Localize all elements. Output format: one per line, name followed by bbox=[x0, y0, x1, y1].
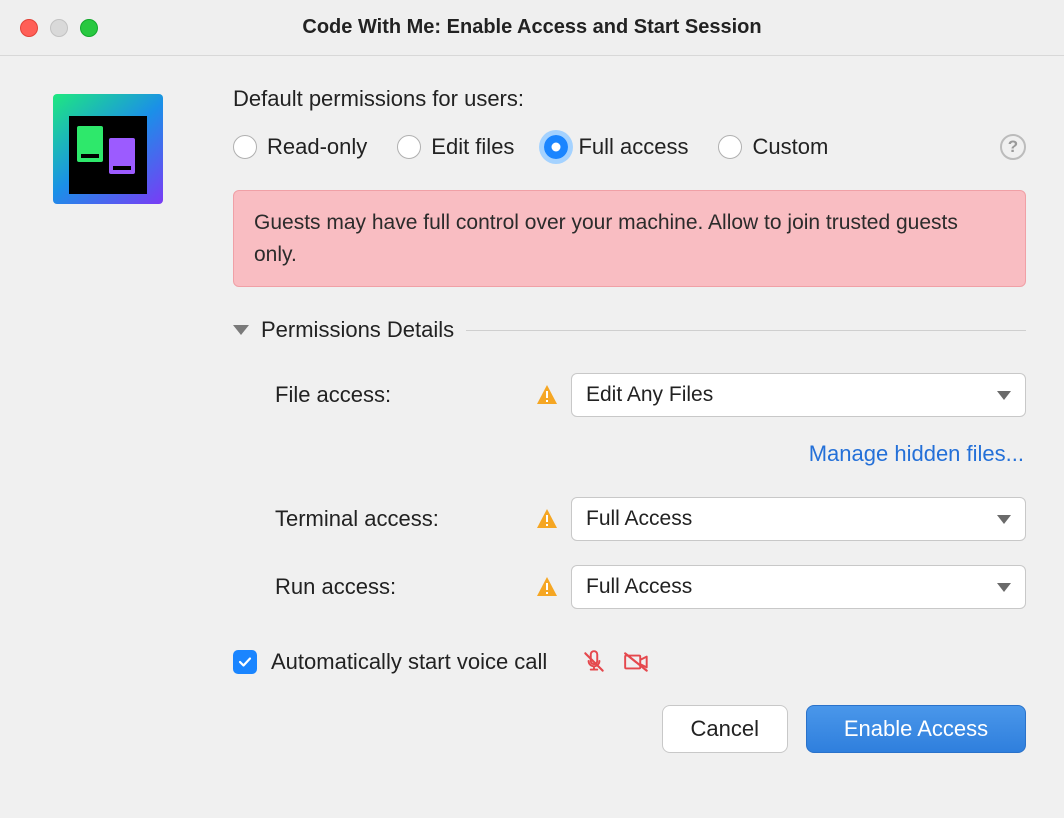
radio-custom[interactable]: Custom bbox=[718, 134, 828, 160]
voice-call-checkbox[interactable] bbox=[233, 650, 257, 674]
file-access-select[interactable]: Edit Any Files bbox=[571, 373, 1026, 417]
run-access-label: Run access: bbox=[275, 574, 535, 600]
minimize-window-button bbox=[50, 19, 68, 37]
file-access-label: File access: bbox=[275, 382, 535, 408]
voice-call-row: Automatically start voice call bbox=[233, 649, 1026, 675]
help-icon[interactable]: ? bbox=[1000, 134, 1026, 160]
divider bbox=[466, 330, 1026, 331]
radio-label: Read-only bbox=[267, 134, 367, 160]
terminal-access-label: Terminal access: bbox=[275, 506, 535, 532]
section-title: Permissions Details bbox=[261, 317, 454, 343]
button-label: Cancel bbox=[691, 716, 759, 742]
titlebar: Code With Me: Enable Access and Start Se… bbox=[0, 0, 1064, 56]
camera-off-icon[interactable] bbox=[623, 649, 651, 675]
manage-hidden-files-link[interactable]: Manage hidden files... bbox=[809, 441, 1024, 466]
dialog-buttons: Cancel Enable Access bbox=[233, 705, 1026, 753]
terminal-access-select[interactable]: Full Access bbox=[571, 497, 1026, 541]
traffic-lights bbox=[20, 19, 98, 37]
file-access-row: File access: Edit Any Files bbox=[233, 373, 1026, 417]
select-value: Full Access bbox=[586, 507, 692, 531]
radio-icon bbox=[233, 135, 257, 159]
check-icon bbox=[237, 654, 253, 670]
button-label: Enable Access bbox=[844, 716, 988, 742]
radio-label: Full access bbox=[578, 134, 688, 160]
warning-icon bbox=[535, 507, 559, 531]
run-access-row: Run access: Full Access bbox=[233, 565, 1026, 609]
select-value: Full Access bbox=[586, 575, 692, 599]
warning-icon bbox=[535, 575, 559, 599]
mic-muted-icon[interactable] bbox=[581, 649, 607, 675]
chevron-down-icon bbox=[233, 325, 249, 335]
permissions-details-header[interactable]: Permissions Details bbox=[233, 317, 1026, 343]
enable-access-button[interactable]: Enable Access bbox=[806, 705, 1026, 753]
voice-call-label: Automatically start voice call bbox=[271, 649, 547, 675]
terminal-access-row: Terminal access: Full Access bbox=[233, 497, 1026, 541]
radio-read-only[interactable]: Read-only bbox=[233, 134, 367, 160]
radio-icon bbox=[544, 135, 568, 159]
permission-radio-group: Read-only Edit files Full access Custom … bbox=[233, 134, 1026, 160]
select-value: Edit Any Files bbox=[586, 383, 713, 407]
radio-icon bbox=[718, 135, 742, 159]
run-access-select[interactable]: Full Access bbox=[571, 565, 1026, 609]
warning-banner: Guests may have full control over your m… bbox=[233, 190, 1026, 287]
chevron-down-icon bbox=[997, 583, 1011, 592]
maximize-window-button[interactable] bbox=[80, 19, 98, 37]
window-title: Code With Me: Enable Access and Start Se… bbox=[20, 16, 1044, 39]
radio-icon bbox=[397, 135, 421, 159]
chevron-down-icon bbox=[997, 391, 1011, 400]
radio-full-access[interactable]: Full access bbox=[544, 134, 688, 160]
radio-label: Edit files bbox=[431, 134, 514, 160]
close-window-button[interactable] bbox=[20, 19, 38, 37]
radio-label: Custom bbox=[752, 134, 828, 160]
warning-icon bbox=[535, 383, 559, 407]
radio-edit-files[interactable]: Edit files bbox=[397, 134, 514, 160]
permissions-heading: Default permissions for users: bbox=[233, 86, 1026, 112]
cancel-button[interactable]: Cancel bbox=[662, 705, 788, 753]
code-with-me-logo bbox=[53, 94, 165, 206]
chevron-down-icon bbox=[997, 515, 1011, 524]
